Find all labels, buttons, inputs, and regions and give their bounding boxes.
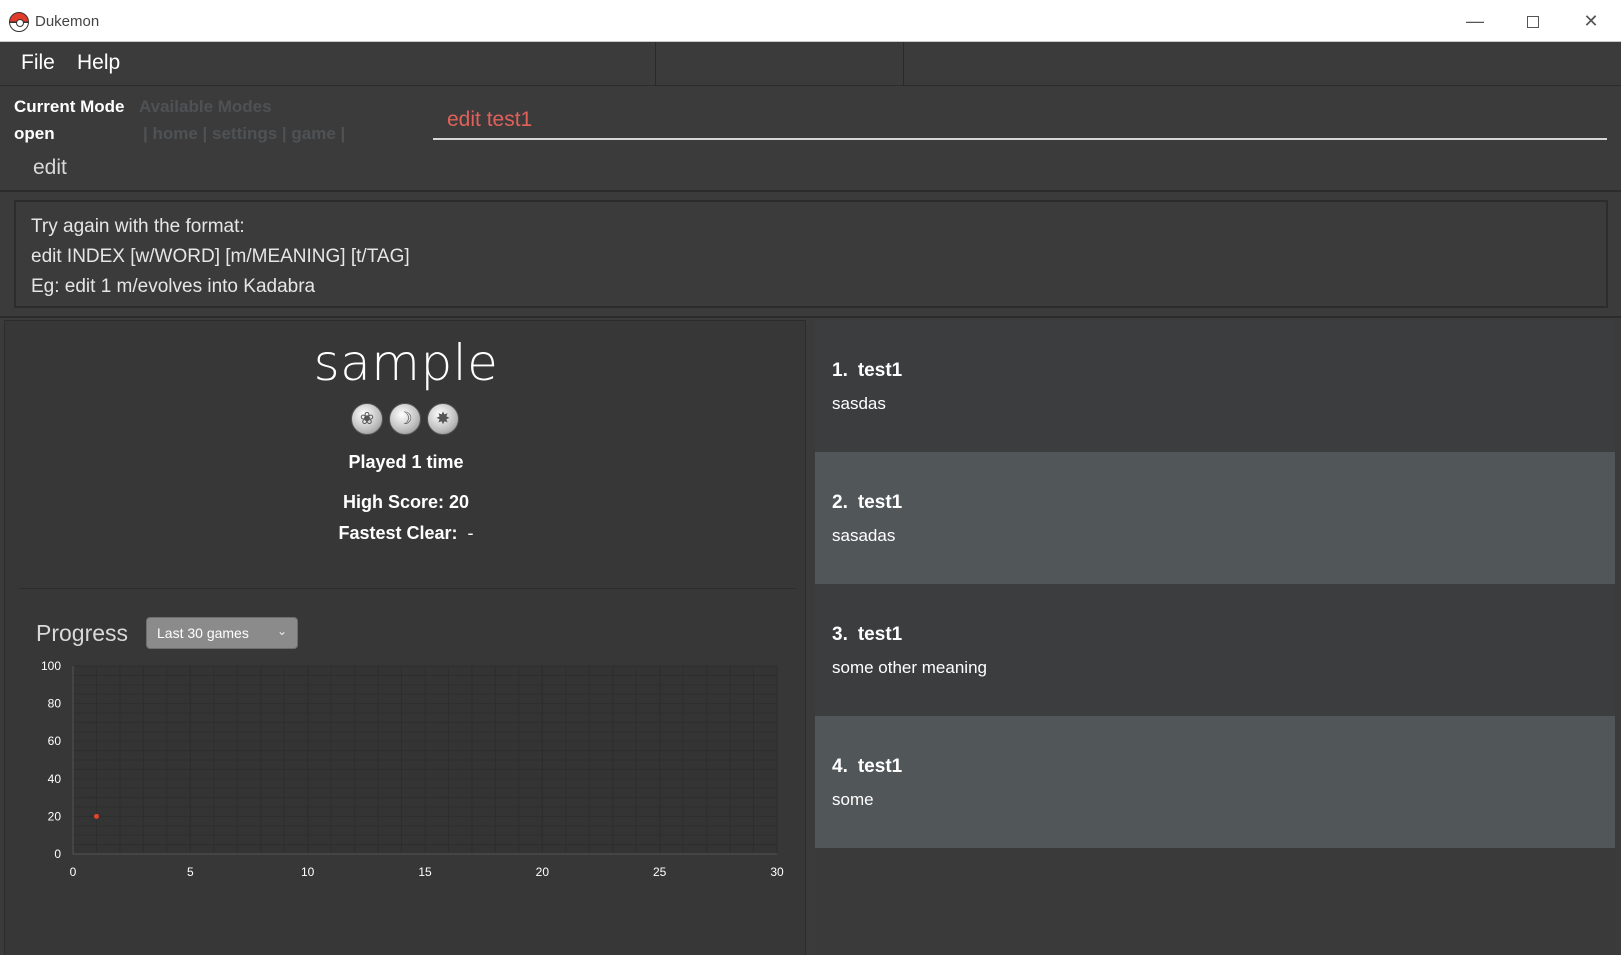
list-item[interactable]: 4. test1 some <box>815 716 1615 848</box>
list-item[interactable]: 2. test1 sasadas <box>815 452 1615 584</box>
maximize-icon <box>1527 16 1539 29</box>
y-tick-label: 0 <box>54 847 61 861</box>
card-meaning: some other meaning <box>832 658 987 677</box>
minimize-button[interactable]: — <box>1446 0 1504 42</box>
high-score: High Score: 20 <box>5 492 807 513</box>
card-title: 2. test1 <box>832 492 902 514</box>
pokeball-app-icon <box>9 12 29 32</box>
card-meaning: sasdas <box>832 394 886 413</box>
available-modes-value: | home | settings | game | <box>143 124 346 143</box>
command-suggestion: edit <box>33 156 67 179</box>
result-line: Eg: edit 1 m/evolves into Kadabra <box>31 276 316 297</box>
current-mode-value: open <box>14 124 55 143</box>
played-count: Played 1 time <box>348 452 464 472</box>
list-item[interactable]: 3. test1 some other meaning <box>815 584 1615 716</box>
progress-range-dropdown[interactable]: Last 30 games ⌄ <box>146 617 298 649</box>
mode-area: Current Mode open Available Modes | home… <box>0 86 1621 192</box>
menu-divider <box>903 42 904 86</box>
card-meaning: some <box>832 790 874 809</box>
data-point <box>93 813 99 819</box>
result-line: edit INDEX [w/WORD] [m/MEANING] [t/TAG] <box>31 246 410 267</box>
result-display: Try again with the format: edit INDEX [w… <box>14 200 1608 308</box>
menu-file[interactable]: File <box>21 51 55 75</box>
x-tick-label: 30 <box>770 865 784 879</box>
card-title: 3. test1 <box>832 624 902 646</box>
card-title: 1. test1 <box>832 360 902 382</box>
card-list[interactable]: 1. test1 sasdas 2. test1 sasadas 3. test1 s… <box>815 320 1615 955</box>
x-tick-label: 5 <box>187 865 194 879</box>
command-input[interactable] <box>433 102 1607 140</box>
y-tick-label: 80 <box>48 697 62 711</box>
menu-divider <box>655 42 656 86</box>
card-index: 1. <box>832 360 848 381</box>
maximize-button[interactable] <box>1504 0 1562 42</box>
fire-type-icon: ✸ <box>427 403 459 435</box>
x-tick-label: 10 <box>301 865 315 879</box>
fastest-clear-value: - <box>467 523 474 543</box>
card-word: test1 <box>857 624 903 645</box>
menu-bar: File Help <box>0 42 1621 86</box>
card-word: test1 <box>857 360 903 381</box>
available-modes-label: Available Modes <box>139 97 272 116</box>
x-tick-label: 0 <box>70 865 77 879</box>
fastest-clear: Fastest Clear: - <box>5 523 807 544</box>
title-bar: Dukemon — ✕ <box>0 0 1621 42</box>
close-button[interactable]: ✕ <box>1562 0 1620 42</box>
y-tick-label: 20 <box>48 809 62 823</box>
chevron-down-icon: ⌄ <box>276 624 287 638</box>
card-index: 3. <box>832 624 848 645</box>
y-tick-label: 40 <box>48 772 62 786</box>
type-icons: ❀ ☽ ✸ <box>351 403 461 435</box>
word-bank-statistics-panel: sample ❀ ☽ ✸ Played 1 time High Score: 2… <box>4 320 806 955</box>
window-title: Dukemon <box>35 13 100 30</box>
result-area: Try again with the format: edit INDEX [w… <box>0 192 1621 318</box>
list-item[interactable]: 1. test1 sasdas <box>815 320 1615 452</box>
progress-range-value: Last 30 games <box>157 625 249 641</box>
high-score-value: 20 <box>449 492 470 512</box>
card-index: 4. <box>832 756 848 777</box>
card-word: test1 <box>857 492 903 513</box>
y-tick-label: 60 <box>48 734 62 748</box>
progress-label: Progress <box>36 620 129 646</box>
high-score-label: High Score: <box>342 492 444 512</box>
menu-help[interactable]: Help <box>77 51 120 75</box>
card-index: 2. <box>832 492 848 513</box>
card-meaning: sasadas <box>832 526 896 545</box>
result-line: Try again with the format: <box>31 216 245 237</box>
divider <box>19 588 795 589</box>
word-bank-title: sample <box>313 334 499 392</box>
x-tick-label: 15 <box>418 865 432 879</box>
fastest-clear-label: Fastest Clear: <box>338 523 458 543</box>
card-title: 4. test1 <box>832 756 902 778</box>
card-word: test1 <box>857 756 903 777</box>
y-tick-label: 100 <box>41 659 61 673</box>
current-mode-label: Current Mode <box>14 97 125 116</box>
x-tick-label: 20 <box>536 865 550 879</box>
progress-chart: 0 20 40 60 80 100 0 5 10 15 20 25 30 <box>41 659 784 879</box>
x-tick-label: 25 <box>653 865 667 879</box>
water-type-icon: ☽ <box>389 403 421 435</box>
grass-type-icon: ❀ <box>351 403 383 435</box>
